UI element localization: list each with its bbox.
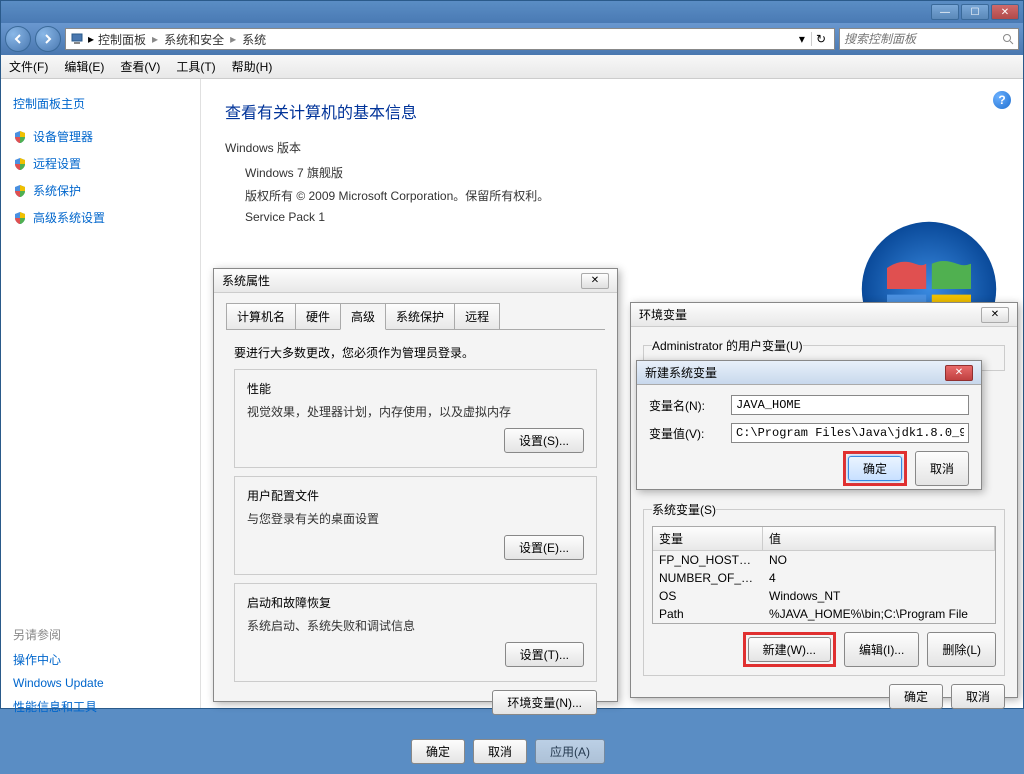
col-header-variable[interactable]: 变量 <box>653 527 763 550</box>
sysvar-delete-button[interactable]: 删除(L) <box>927 632 996 667</box>
sidebar: 控制面板主页 设备管理器 远程设置 系统保护 高级系统设置 另请参阅 操作中心 … <box>1 79 201 708</box>
back-button[interactable] <box>5 26 31 52</box>
table-row[interactable]: NUMBER_OF_PR...4 <box>653 569 995 587</box>
breadcrumb: 控制面板▸ 系统和安全▸ 系统 <box>98 31 266 48</box>
breadcrumb-item[interactable]: 系统和安全 <box>164 31 224 48</box>
system-vars-header: 系统变量(S) <box>652 501 716 518</box>
arrow-right-icon <box>43 34 53 44</box>
sidebar-link-system-protection[interactable]: 系统保护 <box>13 182 188 199</box>
breadcrumb-item[interactable]: 控制面板 <box>98 31 146 48</box>
user-vars-header: Administrator 的用户变量(U) <box>652 337 803 354</box>
dialog-close-button[interactable]: ✕ <box>581 273 609 289</box>
sysvar-new-button[interactable]: 新建(W)... <box>748 637 831 662</box>
startup-settings-button[interactable]: 设置(T)... <box>505 642 584 667</box>
sidebar-link-advanced-settings[interactable]: 高级系统设置 <box>13 209 188 226</box>
arrow-left-icon <box>13 34 23 44</box>
variable-value-input[interactable] <box>731 423 969 443</box>
table-row[interactable]: FP_NO_HOST_C...NO <box>653 551 995 569</box>
navigation-toolbar: ▸ 控制面板▸ 系统和安全▸ 系统 ▾ ↻ <box>1 23 1023 55</box>
shield-icon <box>13 157 27 171</box>
sysvar-edit-button[interactable]: 编辑(I)... <box>844 632 919 667</box>
windows-edition: Windows 7 旗舰版 <box>225 164 999 181</box>
sidebar-link-device-manager[interactable]: 设备管理器 <box>13 128 188 145</box>
environment-variables-button[interactable]: 环境变量(N)... <box>492 690 597 715</box>
shield-icon <box>13 211 27 225</box>
startup-desc: 系统启动、系统失败和调试信息 <box>247 617 584 634</box>
menu-tools[interactable]: 工具(T) <box>176 58 215 75</box>
menu-view[interactable]: 查看(V) <box>120 58 160 75</box>
shield-icon <box>13 130 27 144</box>
envvar-dialog-title: 环境变量 <box>639 306 687 323</box>
page-heading: 查看有关计算机的基本信息 <box>225 99 999 123</box>
see-also-action-center[interactable]: 操作中心 <box>13 651 188 668</box>
sysprops-apply-button[interactable]: 应用(A) <box>535 739 605 764</box>
see-also-windows-update[interactable]: Windows Update <box>13 676 188 690</box>
shield-icon <box>13 184 27 198</box>
tab-computer-name[interactable]: 计算机名 <box>226 303 296 329</box>
tab-remote[interactable]: 远程 <box>454 303 500 329</box>
newvar-title: 新建系统变量 <box>645 364 717 381</box>
refresh-icon[interactable]: ↻ <box>811 32 830 46</box>
dropdown-icon[interactable]: ▾ <box>795 32 809 46</box>
help-icon[interactable]: ? <box>993 91 1011 109</box>
envvar-ok-button[interactable]: 确定 <box>889 684 943 709</box>
col-header-value[interactable]: 值 <box>763 527 995 550</box>
variable-name-label: 变量名(N): <box>649 397 719 414</box>
computer-icon <box>70 32 84 46</box>
see-also-performance[interactable]: 性能信息和工具 <box>13 698 188 715</box>
table-row[interactable]: Path%JAVA_HOME%\bin;C:\Program File <box>653 605 995 623</box>
newvar-close-button[interactable]: ✕ <box>945 365 973 381</box>
breadcrumb-item[interactable]: 系统 <box>242 31 266 48</box>
new-system-variable-dialog: 新建系统变量 ✕ 变量名(N): 变量值(V): 确定 取消 <box>636 360 982 490</box>
sysprops-cancel-button[interactable]: 取消 <box>473 739 527 764</box>
envvar-dialog-close[interactable]: ✕ <box>981 307 1009 323</box>
performance-title: 性能 <box>247 380 584 397</box>
minimize-button[interactable]: — <box>931 4 959 20</box>
envvar-dialog-titlebar: 环境变量 ✕ <box>631 303 1017 327</box>
menu-file[interactable]: 文件(F) <box>9 58 48 75</box>
forward-button[interactable] <box>35 26 61 52</box>
menu-bar: 文件(F) 编辑(E) 查看(V) 工具(T) 帮助(H) <box>1 55 1023 79</box>
dialog-title-text: 系统属性 <box>222 272 270 289</box>
variable-name-input[interactable] <box>731 395 969 415</box>
system-properties-dialog: 系统属性 ✕ 计算机名 硬件 高级 系统保护 远程 要进行大多数更改，您必须作为… <box>213 268 618 702</box>
variable-value-label: 变量值(V): <box>649 425 719 442</box>
user-profiles-desc: 与您登录有关的桌面设置 <box>247 510 584 527</box>
dialog-titlebar: 系统属性 ✕ <box>214 269 617 293</box>
search-icon <box>1002 33 1014 45</box>
close-button[interactable]: ✕ <box>991 4 1019 20</box>
user-profiles-settings-button[interactable]: 设置(E)... <box>504 535 584 560</box>
sidebar-link-remote-settings[interactable]: 远程设置 <box>13 155 188 172</box>
table-row[interactable]: OSWindows_NT <box>653 587 995 605</box>
menu-edit[interactable]: 编辑(E) <box>64 58 104 75</box>
tab-advanced[interactable]: 高级 <box>340 303 386 330</box>
newvar-titlebar: 新建系统变量 ✕ <box>637 361 981 385</box>
address-bar[interactable]: ▸ 控制面板▸ 系统和安全▸ 系统 ▾ ↻ <box>65 28 835 50</box>
search-input[interactable] <box>844 32 1002 46</box>
user-profiles-title: 用户配置文件 <box>247 487 584 504</box>
performance-settings-button[interactable]: 设置(S)... <box>504 428 584 453</box>
performance-desc: 视觉效果，处理器计划，内存使用，以及虚拟内存 <box>247 403 584 420</box>
newvar-ok-button[interactable]: 确定 <box>848 456 902 481</box>
tab-hardware[interactable]: 硬件 <box>295 303 341 329</box>
user-profiles-group: 用户配置文件 与您登录有关的桌面设置 设置(E)... <box>234 476 597 575</box>
control-panel-home-link[interactable]: 控制面板主页 <box>13 95 188 112</box>
admin-note: 要进行大多数更改，您必须作为管理员登录。 <box>234 344 597 361</box>
startup-recovery-group: 启动和故障恢复 系统启动、系统失败和调试信息 设置(T)... <box>234 583 597 682</box>
tabs: 计算机名 硬件 高级 系统保护 远程 <box>226 303 605 330</box>
tab-system-protection[interactable]: 系统保护 <box>385 303 455 329</box>
startup-title: 启动和故障恢复 <box>247 594 584 611</box>
envvar-cancel-button[interactable]: 取消 <box>951 684 1005 709</box>
window-titlebar: — ☐ ✕ <box>1 1 1023 23</box>
search-box[interactable] <box>839 28 1019 50</box>
windows-edition-header: Windows 版本 <box>225 139 999 156</box>
sysprops-ok-button[interactable]: 确定 <box>411 739 465 764</box>
performance-group: 性能 视觉效果，处理器计划，内存使用，以及虚拟内存 设置(S)... <box>234 369 597 468</box>
menu-help[interactable]: 帮助(H) <box>232 58 273 75</box>
see-also-header: 另请参阅 <box>13 626 188 643</box>
copyright-text: 版权所有 © 2009 Microsoft Corporation。保留所有权利… <box>225 187 999 204</box>
maximize-button[interactable]: ☐ <box>961 4 989 20</box>
newvar-cancel-button[interactable]: 取消 <box>915 451 969 486</box>
system-vars-table[interactable]: 变量 值 FP_NO_HOST_C...NONUMBER_OF_PR...4OS… <box>652 526 996 624</box>
